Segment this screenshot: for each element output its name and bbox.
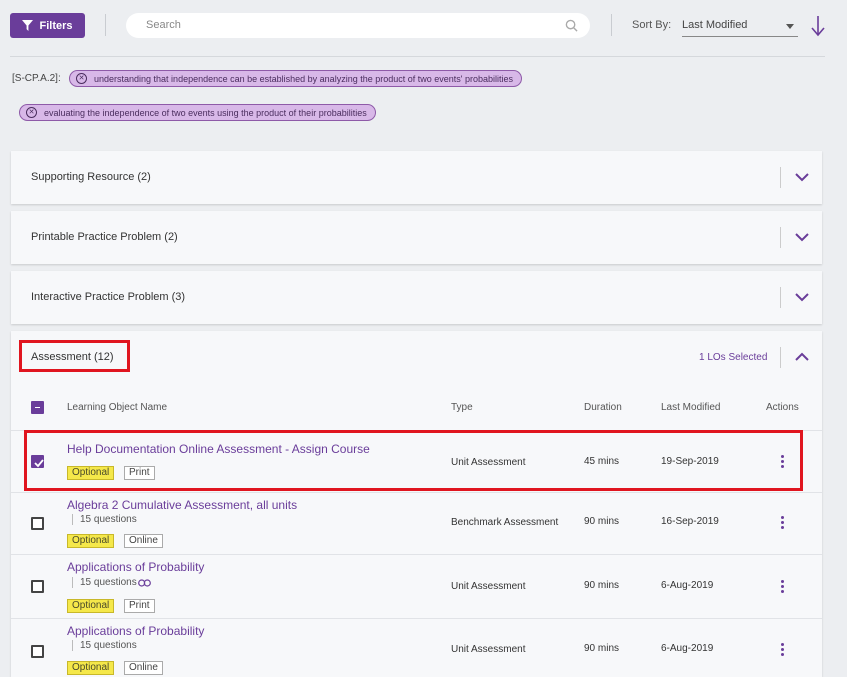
divider bbox=[780, 167, 781, 188]
link-icon[interactable] bbox=[138, 579, 151, 587]
sort-value: Last Modified bbox=[682, 19, 748, 31]
modified-cell: 6-Aug-2019 bbox=[661, 643, 714, 654]
question-count: 15 questions bbox=[72, 577, 137, 588]
remove-chip-icon[interactable]: ✕ bbox=[76, 73, 87, 84]
divider bbox=[780, 287, 781, 308]
optional-tag: Optional bbox=[67, 661, 115, 675]
divider bbox=[780, 347, 781, 368]
filter-icon bbox=[22, 20, 34, 31]
standard-code: [S-CP.A.2]: bbox=[12, 73, 61, 84]
more-actions-icon[interactable] bbox=[779, 643, 785, 657]
divider bbox=[611, 14, 612, 36]
learning-object-link[interactable]: Algebra 2 Cumulative Assessment, all uni… bbox=[67, 498, 297, 512]
highlight-box bbox=[24, 430, 803, 491]
column-header-name[interactable]: Learning Object Name bbox=[67, 402, 167, 413]
filters-button[interactable]: Filters bbox=[10, 13, 85, 38]
question-count: 15 questions bbox=[72, 640, 137, 651]
column-header-actions: Actions bbox=[766, 402, 799, 413]
search-icon[interactable] bbox=[565, 19, 578, 32]
divider bbox=[10, 56, 825, 57]
row-checkbox[interactable] bbox=[31, 517, 44, 530]
sort-select[interactable]: Last Modified bbox=[682, 16, 798, 37]
row-checkbox[interactable] bbox=[31, 645, 44, 658]
filter-chip[interactable]: ✕ evaluating the independence of two eve… bbox=[19, 104, 376, 121]
section-title: Interactive Practice Problem (3) bbox=[31, 291, 186, 303]
format-tag: Online bbox=[124, 534, 163, 548]
chevron-down-icon[interactable] bbox=[795, 172, 809, 182]
learning-object-link[interactable]: Applications of Probability bbox=[67, 560, 204, 574]
type-cell: Benchmark Assessment bbox=[451, 517, 559, 528]
learning-object-link[interactable]: Applications of Probability bbox=[67, 624, 204, 638]
divider bbox=[780, 227, 781, 248]
type-cell: Unit Assessment bbox=[451, 581, 526, 592]
chevron-down-icon[interactable] bbox=[795, 232, 809, 242]
section-title: Supporting Resource (2) bbox=[31, 171, 151, 183]
highlight-box bbox=[19, 340, 130, 372]
more-actions-icon[interactable] bbox=[779, 516, 785, 530]
column-header-duration[interactable]: Duration bbox=[584, 402, 622, 413]
chip-label: evaluating the independence of two event… bbox=[44, 107, 367, 118]
chip-label: understanding that independence can be e… bbox=[94, 73, 514, 84]
filters-label: Filters bbox=[39, 19, 73, 32]
column-header-type[interactable]: Type bbox=[451, 402, 473, 413]
format-tag: Print bbox=[124, 599, 155, 613]
filter-chip[interactable]: ✕ understanding that independence can be… bbox=[69, 70, 523, 87]
duration-cell: 90 mins bbox=[584, 643, 620, 654]
caret-down-icon bbox=[786, 24, 794, 29]
chevron-up-icon[interactable] bbox=[795, 352, 809, 362]
modified-cell: 16-Sep-2019 bbox=[661, 516, 719, 527]
type-cell: Unit Assessment bbox=[451, 644, 526, 655]
modified-cell: 6-Aug-2019 bbox=[661, 580, 714, 591]
section-supporting-resource[interactable]: Supporting Resource (2) bbox=[11, 151, 822, 204]
search-placeholder: Search bbox=[146, 19, 181, 31]
sort-direction-icon[interactable] bbox=[811, 15, 825, 37]
divider bbox=[11, 618, 822, 619]
optional-tag: Optional bbox=[67, 599, 115, 613]
chevron-down-icon[interactable] bbox=[795, 292, 809, 302]
row-checkbox[interactable] bbox=[31, 580, 44, 593]
optional-tag: Optional bbox=[67, 534, 115, 548]
question-count: 15 questions bbox=[72, 514, 137, 525]
duration-cell: 90 mins bbox=[584, 516, 620, 527]
remove-chip-icon[interactable]: ✕ bbox=[26, 107, 37, 118]
divider bbox=[11, 492, 822, 493]
column-header-last-modified[interactable]: Last Modified bbox=[661, 402, 720, 413]
section-title: Printable Practice Problem (2) bbox=[31, 231, 178, 243]
divider bbox=[105, 14, 106, 36]
duration-cell: 90 mins bbox=[584, 580, 620, 591]
more-actions-icon[interactable] bbox=[779, 580, 785, 594]
section-printable-practice-problem[interactable]: Printable Practice Problem (2) bbox=[11, 211, 822, 264]
section-interactive-practice-problem[interactable]: Interactive Practice Problem (3) bbox=[11, 271, 822, 324]
selected-count: 1 LOs Selected bbox=[699, 352, 768, 363]
sort-by-label: Sort By: bbox=[632, 19, 672, 31]
search-input[interactable]: Search bbox=[126, 13, 590, 38]
divider bbox=[11, 554, 822, 555]
select-all-checkbox[interactable] bbox=[31, 401, 44, 414]
format-tag: Online bbox=[124, 661, 163, 675]
